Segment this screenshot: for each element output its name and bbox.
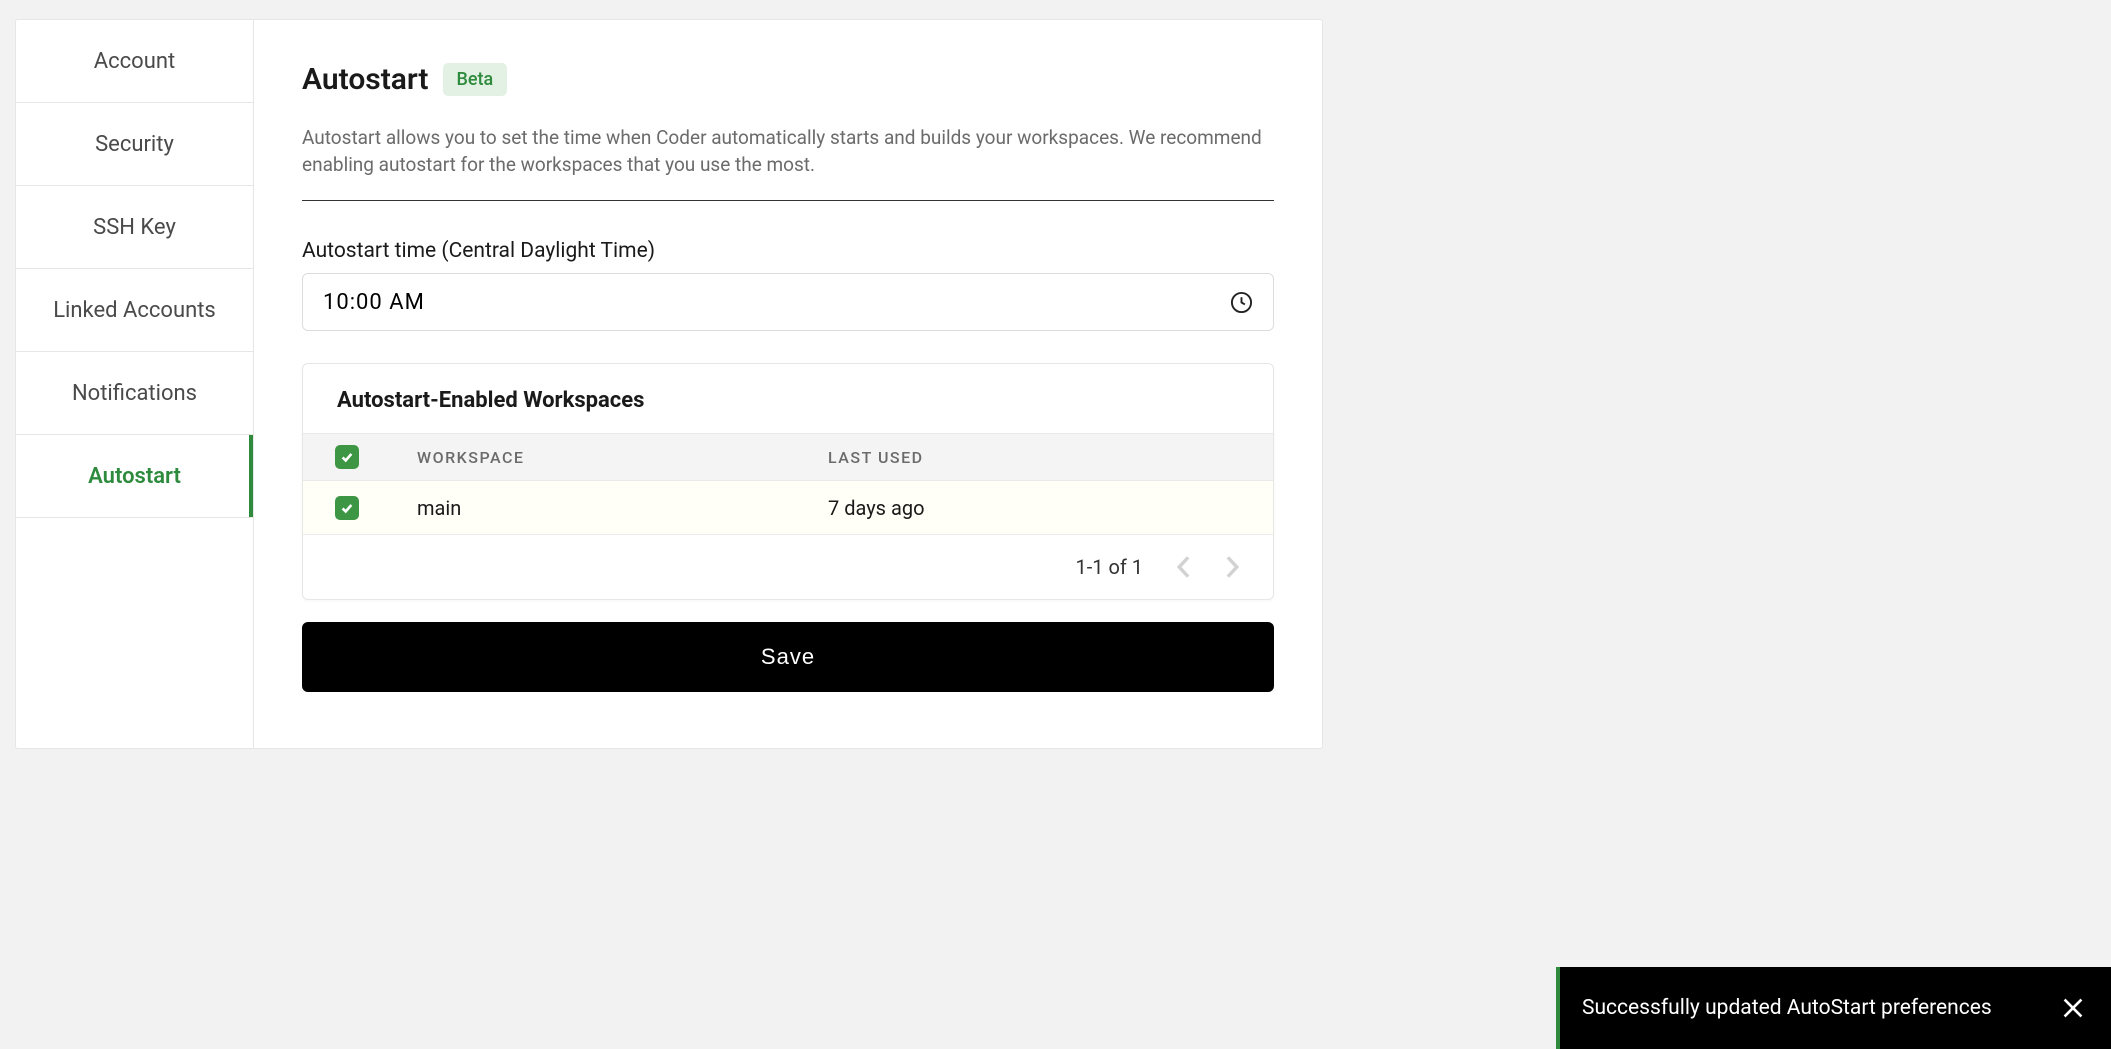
page-title: Autostart xyxy=(302,62,429,97)
table-row: main 7 days ago xyxy=(303,481,1273,535)
divider xyxy=(302,200,1274,201)
time-field-label: Autostart time (Central Daylight Time) xyxy=(302,239,1274,263)
sidebar-item-ssh-key[interactable]: SSH Key xyxy=(16,186,253,269)
col-workspace: WORKSPACE xyxy=(417,448,828,467)
sidebar: Account Security SSH Key Linked Accounts… xyxy=(16,20,254,748)
sidebar-item-linked-accounts[interactable]: Linked Accounts xyxy=(16,269,253,352)
page-description: Autostart allows you to set the time whe… xyxy=(302,125,1274,178)
workspaces-card-title: Autostart-Enabled Workspaces xyxy=(303,364,1273,433)
sidebar-item-label: Notifications xyxy=(72,381,197,406)
pagination-text: 1-1 of 1 xyxy=(1075,555,1143,579)
col-last-used: LAST USED xyxy=(828,448,1239,467)
page-next-button[interactable] xyxy=(1225,556,1239,578)
sidebar-item-label: Autostart xyxy=(88,464,181,489)
sidebar-item-autostart[interactable]: Autostart xyxy=(16,435,253,518)
clock-icon[interactable] xyxy=(1230,291,1253,314)
sidebar-item-label: Linked Accounts xyxy=(53,298,216,323)
toast-close-button[interactable] xyxy=(2061,996,2085,1020)
save-button[interactable]: Save xyxy=(302,622,1274,692)
select-all-checkbox[interactable] xyxy=(335,445,359,469)
table-header-row: WORKSPACE LAST USED xyxy=(303,433,1273,481)
row-checkbox-cell xyxy=(327,496,417,520)
workspaces-card: Autostart-Enabled Workspaces WORKSPACE L… xyxy=(302,363,1274,600)
sidebar-item-notifications[interactable]: Notifications xyxy=(16,352,253,435)
autostart-time-input[interactable] xyxy=(323,290,1230,315)
workspace-last-used: 7 days ago xyxy=(828,496,1239,520)
page-prev-button[interactable] xyxy=(1177,556,1191,578)
sidebar-item-label: Security xyxy=(95,132,174,157)
toast-message: Successfully updated AutoStart preferenc… xyxy=(1560,996,2037,1020)
workspace-name: main xyxy=(417,496,828,520)
main-content: Autostart Beta Autostart allows you to s… xyxy=(254,20,1322,748)
workspaces-table: WORKSPACE LAST USED main 7 days ago 1-1 … xyxy=(303,433,1273,599)
sidebar-item-security[interactable]: Security xyxy=(16,103,253,186)
pagination: 1-1 of 1 xyxy=(303,535,1273,599)
sidebar-item-label: SSH Key xyxy=(93,215,176,240)
settings-panel: Account Security SSH Key Linked Accounts… xyxy=(15,19,1323,749)
sidebar-item-label: Account xyxy=(94,49,175,74)
beta-badge: Beta xyxy=(443,63,508,96)
toast-notification: Successfully updated AutoStart preferenc… xyxy=(1556,967,2111,1049)
sidebar-item-account[interactable]: Account xyxy=(16,20,253,103)
row-checkbox[interactable] xyxy=(335,496,359,520)
time-input-container xyxy=(302,273,1274,331)
select-all-cell xyxy=(327,445,417,469)
page-header: Autostart Beta xyxy=(302,62,1274,97)
